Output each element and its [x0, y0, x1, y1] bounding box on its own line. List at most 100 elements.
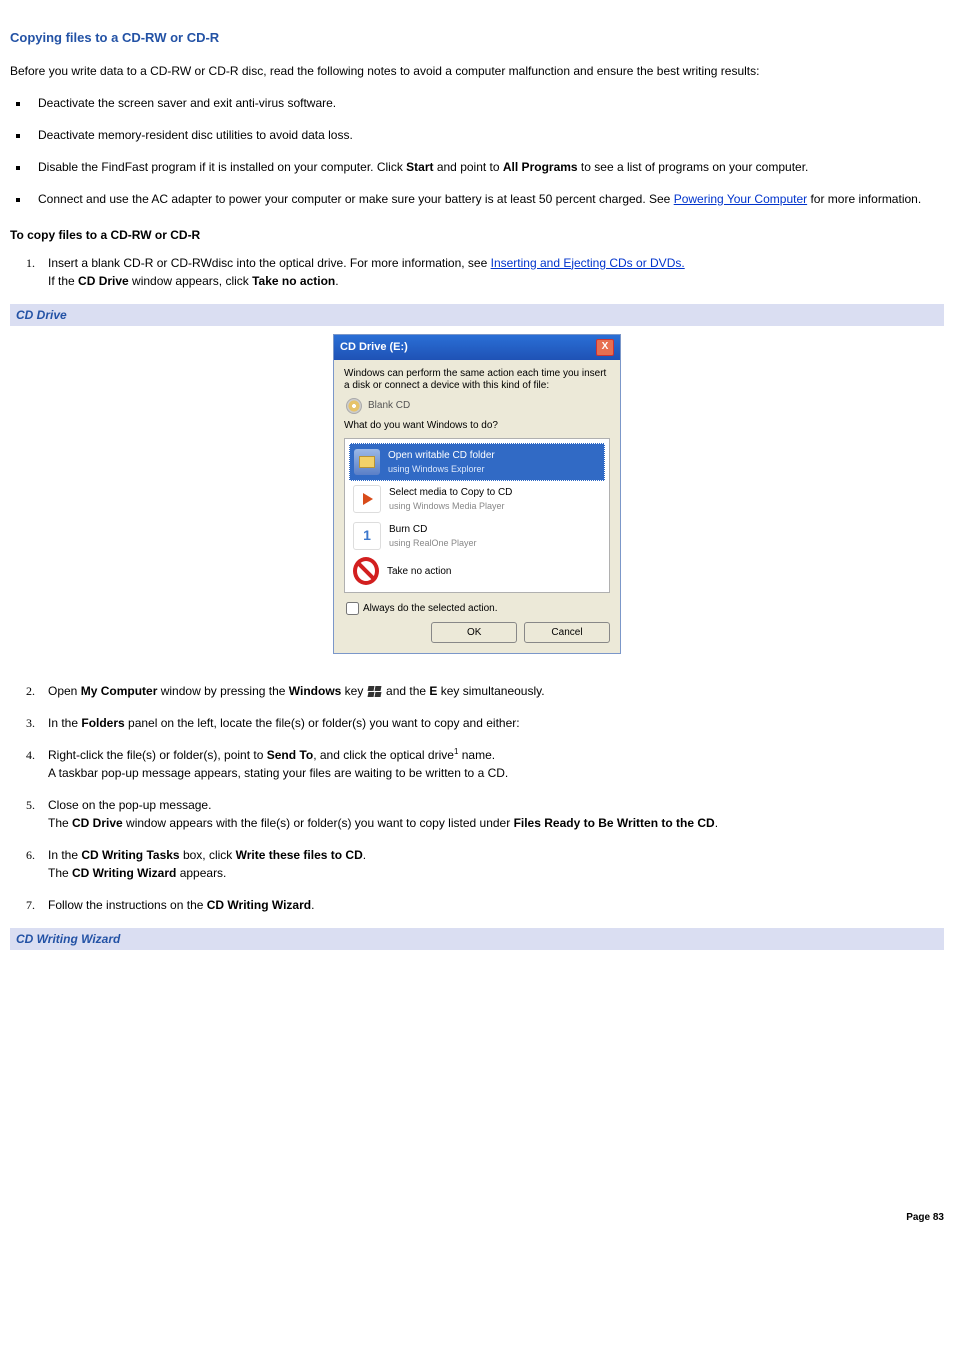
text-fragment: panel on the left, locate the file(s) or… — [125, 716, 520, 730]
text-fragment: appears. — [176, 866, 226, 880]
text-fragment: key simultaneously. — [437, 684, 544, 698]
cd-drive-dialog-container: CD Drive (E:) X Windows can perform the … — [10, 334, 944, 655]
step-item: Open My Computer window by pressing the … — [10, 682, 944, 700]
text-fragment: window appears, click — [129, 274, 252, 288]
option-burn-cd[interactable]: 1 Burn CD using RealOne Player — [349, 518, 605, 555]
text-fragment: Open — [48, 684, 81, 698]
text-fragment: . — [363, 848, 366, 862]
procedure-heading: To copy files to a CD-RW or CD-R — [10, 226, 944, 244]
always-do-checkbox-row: Always do the selected action. — [346, 601, 610, 616]
ok-button[interactable]: OK — [431, 622, 517, 643]
text-fragment: , and click the optical drive — [313, 748, 454, 762]
note-item: Deactivate the screen saver and exit ant… — [30, 94, 944, 112]
bold-text: CD Drive — [78, 274, 129, 288]
text-fragment: The — [48, 866, 72, 880]
text-fragment: A taskbar pop-up message appears, statin… — [48, 766, 508, 780]
text-fragment: The — [48, 816, 72, 830]
text-fragment: In the — [48, 848, 81, 862]
text-fragment: Insert a blank CD-R or CD-RWdisc into th… — [48, 256, 491, 270]
cancel-button[interactable]: Cancel — [524, 622, 610, 643]
note-item: Deactivate memory-resident disc utilitie… — [30, 126, 944, 144]
step-item: Right-click the file(s) or folder(s), po… — [10, 746, 944, 782]
cd-icon — [346, 398, 362, 414]
dialog-message: Windows can perform the same action each… — [344, 368, 610, 392]
notes-list: Deactivate the screen saver and exit ant… — [10, 94, 944, 208]
windows-key-icon — [367, 685, 383, 699]
note-item: Disable the FindFast program if it is in… — [30, 158, 944, 176]
text-fragment: . — [335, 274, 338, 288]
option-take-no-action[interactable]: Take no action — [349, 554, 605, 588]
dialog-titlebar: CD Drive (E:) X — [334, 335, 620, 360]
option-title: Select media to Copy to CD — [389, 487, 512, 498]
media-label: Blank CD — [368, 398, 410, 413]
bold-text: My Computer — [81, 684, 158, 698]
step-item: Insert a blank CD-R or CD-RWdisc into th… — [10, 254, 944, 290]
text-fragment: If the — [48, 274, 78, 288]
bold-text: Start — [406, 160, 433, 174]
text-fragment: name. — [458, 748, 495, 762]
option-open-folder[interactable]: Open writable CD folder using Windows Ex… — [349, 443, 605, 482]
option-subtitle: using RealOne Player — [389, 537, 477, 551]
option-select-media[interactable]: Select media to Copy to CD using Windows… — [349, 481, 605, 518]
bold-text: Folders — [81, 716, 124, 730]
powering-link[interactable]: Powering Your Computer — [674, 192, 807, 206]
text-fragment: Follow the instructions on the — [48, 898, 207, 912]
folder-icon — [354, 449, 380, 475]
bold-text: Write these files to CD — [236, 848, 363, 862]
dialog-body: Windows can perform the same action each… — [334, 360, 620, 654]
text-fragment: Right-click the file(s) or folder(s), po… — [48, 748, 267, 762]
inserting-ejecting-link[interactable]: Inserting and Ejecting CDs or DVDs. — [491, 256, 685, 270]
wmp-icon — [353, 485, 381, 513]
steps-list-continued: Open My Computer window by pressing the … — [10, 682, 944, 914]
bold-text: All Programs — [503, 160, 578, 174]
text-fragment: Disable the FindFast program if it is in… — [38, 160, 406, 174]
no-action-icon — [353, 558, 379, 584]
text-fragment: key — [341, 684, 366, 698]
intro-paragraph: Before you write data to a CD-RW or CD-R… — [10, 62, 944, 80]
note-item: Connect and use the AC adapter to power … — [30, 190, 944, 208]
bold-text: Send To — [267, 748, 313, 762]
bold-text: Files Ready to Be Written to the CD — [514, 816, 715, 830]
option-title: Burn CD — [389, 524, 427, 535]
dialog-media-row: Blank CD — [346, 398, 610, 414]
cd-writing-wizard-caption: CD Writing Wizard — [10, 928, 944, 950]
section-title: Copying files to a CD-RW or CD-R — [10, 28, 944, 48]
bold-text: CD Writing Tasks — [81, 848, 179, 862]
text-fragment: for more information. — [807, 192, 921, 206]
always-do-checkbox[interactable] — [346, 602, 359, 615]
bold-text: CD Writing Wizard — [207, 898, 311, 912]
option-text: Burn CD using RealOne Player — [389, 522, 477, 551]
bold-text: Take no action — [252, 274, 335, 288]
close-icon[interactable]: X — [596, 339, 614, 356]
dialog-title-text: CD Drive (E:) — [340, 339, 408, 356]
option-text: Take no action — [387, 564, 452, 579]
option-title: Open writable CD folder — [388, 450, 495, 461]
text-fragment: and point to — [434, 160, 503, 174]
option-text: Open writable CD folder using Windows Ex… — [388, 448, 495, 477]
option-title: Take no action — [387, 566, 452, 577]
step-item: Close on the pop-up message. The CD Driv… — [10, 796, 944, 832]
option-subtitle: using Windows Media Player — [389, 500, 512, 514]
dialog-option-list: Open writable CD folder using Windows Ex… — [344, 438, 610, 594]
option-text: Select media to Copy to CD using Windows… — [389, 485, 512, 514]
bold-text: CD Writing Wizard — [72, 866, 176, 880]
step-item: In the Folders panel on the left, locate… — [10, 714, 944, 732]
dialog-buttons: OK Cancel — [344, 622, 610, 643]
text-fragment: window appears with the file(s) or folde… — [123, 816, 514, 830]
text-fragment: In the — [48, 716, 81, 730]
step-item: In the CD Writing Tasks box, click Write… — [10, 846, 944, 882]
always-do-label: Always do the selected action. — [363, 601, 498, 616]
text-fragment: . — [715, 816, 718, 830]
cd-drive-caption: CD Drive — [10, 304, 944, 326]
page-number: Page 83 — [10, 1210, 944, 1225]
realone-icon: 1 — [353, 522, 381, 550]
steps-list: Insert a blank CD-R or CD-RWdisc into th… — [10, 254, 944, 290]
text-fragment: . — [311, 898, 314, 912]
step-item: Follow the instructions on the CD Writin… — [10, 896, 944, 914]
text-fragment: box, click — [180, 848, 236, 862]
text-fragment: Close on the pop-up message. — [48, 798, 211, 812]
text-fragment: to see a list of programs on your comput… — [578, 160, 809, 174]
cd-drive-dialog: CD Drive (E:) X Windows can perform the … — [333, 334, 621, 655]
bold-text: Windows — [289, 684, 342, 698]
text-fragment: window by pressing the — [157, 684, 288, 698]
